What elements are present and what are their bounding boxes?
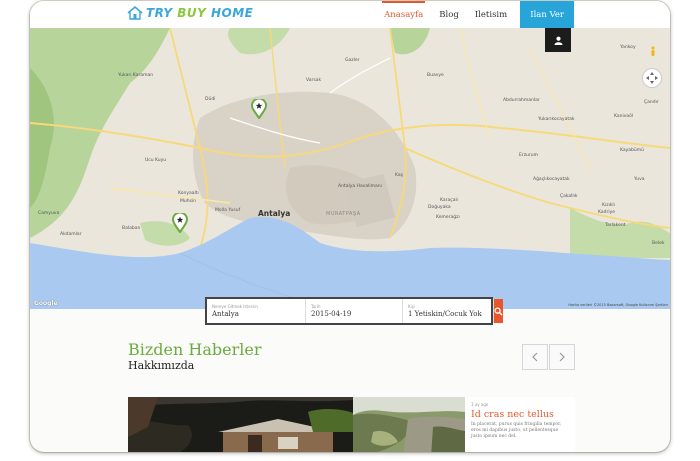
nav-item-blog[interactable]: Blog [431, 1, 467, 28]
prev-button[interactable] [522, 344, 548, 370]
logo-text: TRY BUY HOME [146, 6, 253, 20]
map-label: Buavye [427, 73, 444, 78]
map-label: Camyuva [38, 211, 60, 216]
news-card-body: In placerat, purus quis fringilla tempor… [471, 422, 562, 439]
map-district-label: MURATPAŞA [326, 211, 361, 217]
map-marker-pin[interactable] [172, 213, 188, 233]
user-icon [553, 36, 563, 45]
pegman-icon[interactable] [650, 46, 656, 58]
map-canvas[interactable] [30, 28, 670, 309]
next-button[interactable] [549, 344, 575, 370]
logo-part-try: TRY [146, 5, 178, 20]
map-marker-pin[interactable] [251, 99, 267, 119]
post-listing-button[interactable]: Ilan Ver [520, 1, 574, 28]
date-field[interactable]: Tarih 2015-04-19 [306, 299, 403, 323]
main-nav: Anasayfa Blog Iletisim Ilan Ver [376, 1, 574, 28]
search-bar: Nereye Gitmek Istersin Antalya Tarih 201… [205, 297, 503, 325]
news-image-house[interactable] [128, 397, 353, 452]
guests-field[interactable]: Kişi 1 Yetiskin/Cocuk Yok [403, 299, 494, 323]
search-icon [494, 306, 503, 316]
browser-frame: TRY BUY HOME Anasayfa Blog Iletisim Ilan… [30, 1, 670, 452]
section-title: Bizden Haberler [128, 340, 262, 359]
map-label: Abdurrahmanlar [503, 98, 540, 103]
map-label: Varsak [306, 78, 322, 83]
map-terms-link[interactable]: Kullanım Şartları [639, 303, 668, 307]
map-pan-control[interactable] [642, 68, 662, 88]
map-copyright: Harita verileri ©2015 Basarsoft, Google [568, 303, 638, 307]
map-label: Belek [652, 241, 665, 246]
news-card[interactable]: 3 ay ago Id cras nec tellus In placerat,… [465, 397, 575, 452]
map-label: Kemerağzı [436, 215, 460, 220]
map-label: Düdi [205, 97, 216, 102]
map-label: Konyaaltı [178, 191, 199, 196]
search-button[interactable] [494, 299, 503, 323]
map-label: Kaş [395, 173, 403, 178]
logo[interactable]: TRY BUY HOME [126, 5, 253, 20]
destination-label: Nereye Gitmek Istersin [212, 304, 258, 309]
site-header: TRY BUY HOME Anasayfa Blog Iletisim Ilan… [30, 1, 670, 29]
map-label: Kızıklı [602, 203, 615, 208]
map-city-label: Antalya [258, 209, 291, 218]
date-value[interactable]: 2015-04-19 [311, 310, 397, 318]
map-label: Muhsin [180, 199, 197, 204]
guests-value[interactable]: 1 Yetiskin/Cocuk Yok [408, 310, 488, 318]
guests-label: Kişi [408, 304, 415, 309]
map-label: Erzurum [519, 153, 538, 158]
section-subtitle: Hakkımızda [128, 359, 195, 372]
news-card-title[interactable]: Id cras nec tellus [471, 409, 569, 420]
user-button[interactable] [545, 28, 571, 52]
pan-arrows-icon [646, 72, 658, 84]
map-label: Molla Yusuf [215, 208, 241, 213]
news-image-rocks[interactable] [353, 397, 465, 452]
nav-item-anasayfa[interactable]: Anasayfa [376, 1, 431, 28]
logo-part-buy: BUY [177, 5, 211, 20]
map-label: Kayabümü [620, 148, 644, 153]
map-label: Antalya Havalimanı [338, 184, 382, 189]
map[interactable]: Antalya MURATPAŞA Yukarı Karaman Gazler … [30, 28, 670, 309]
destination-field[interactable]: Nereye Gitmek Istersin Antalya [207, 299, 306, 323]
map-label: Kanivaöl [614, 114, 634, 119]
carousel-controls [522, 344, 575, 370]
google-logo[interactable]: Google [34, 300, 58, 307]
map-label: Gazler [345, 58, 360, 63]
map-label: Yuva [634, 177, 645, 182]
map-label: Doğuyaka [428, 205, 451, 210]
house-icon [127, 5, 143, 20]
destination-value[interactable]: Antalya [212, 310, 300, 318]
chevron-left-icon [532, 352, 538, 362]
map-label: Yankoy [620, 45, 636, 50]
map-label: Çandır [644, 100, 659, 105]
map-label: Çakallık [560, 194, 578, 199]
map-label: Yukarı Karaman [118, 73, 154, 78]
logo-part-home: HOME [210, 5, 254, 20]
map-label: Tarlakent [605, 223, 626, 228]
map-label: Kadriye [598, 210, 616, 215]
date-label: Tarih [311, 304, 321, 309]
nav-item-iletisim[interactable]: Iletisim [467, 1, 515, 28]
news-card-date: 3 ay ago [471, 402, 489, 407]
map-label: Akdamlar [60, 232, 82, 237]
map-label: Yukarıkocayatak [538, 117, 575, 122]
map-label: Ağaçlıkocayatak [533, 177, 570, 182]
map-label: Balaban [122, 226, 141, 231]
map-label: Karaçalı [440, 198, 458, 203]
chevron-right-icon [559, 352, 565, 362]
map-label: Ucu Kuyu [145, 158, 167, 163]
